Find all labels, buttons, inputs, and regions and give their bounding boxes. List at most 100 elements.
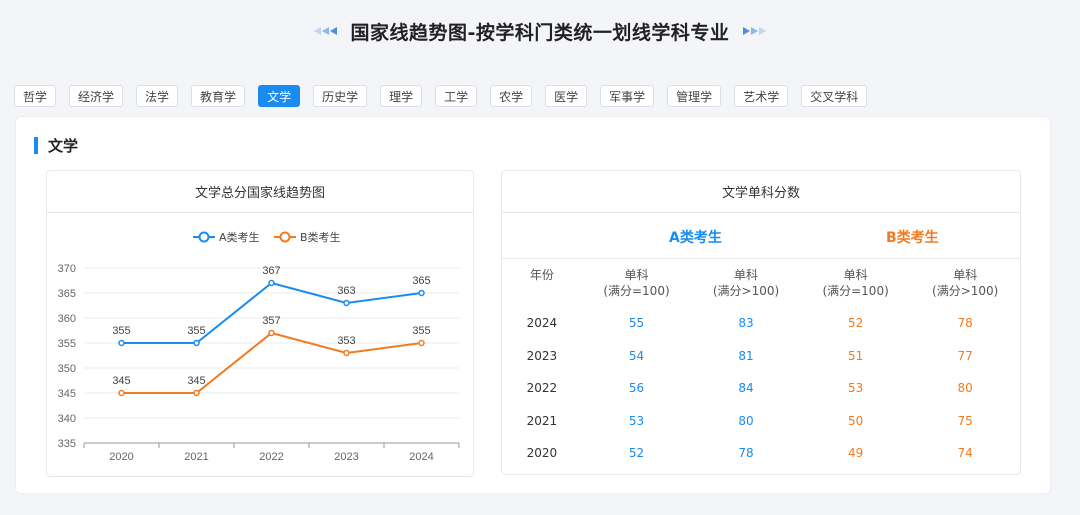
data-point — [418, 339, 425, 347]
data-label: 355 — [112, 325, 130, 337]
year-cell: 2024 — [526, 316, 558, 331]
tab-3[interactable]: 教育学 — [191, 85, 246, 107]
data-label: 367 — [262, 265, 280, 277]
legend-label: B类考生 — [300, 230, 341, 244]
score-cell: 77 — [957, 348, 973, 363]
tab-10[interactable]: 军事学 — [600, 85, 655, 107]
y-tick-label: 355 — [58, 338, 76, 350]
score-cell: 52 — [847, 316, 864, 331]
table-header-row: 年份 单科 (满分=100) 单科 (满分>100) 单科 (满分=100) 单科 (满分>10… — [502, 263, 1020, 307]
page-header: 国家线趋势图-按学科门类统一划线学科专业 — [0, 14, 1080, 48]
table-row: 2022 56 84 53 80 — [502, 372, 1020, 405]
table-row: 2020 52 78 49 74 — [502, 437, 1020, 470]
score-cell: 53 — [628, 413, 645, 428]
score-cell: 54 — [628, 348, 645, 363]
tab-5[interactable]: 历史学 — [313, 85, 368, 107]
y-tick-label: 345 — [58, 388, 76, 400]
x-tick-label: 2024 — [409, 451, 433, 463]
data-point — [193, 389, 200, 397]
x-tick-label: 2022 — [259, 451, 283, 463]
year-cell: 2022 — [526, 381, 558, 396]
tab-12[interactable]: 艺术学 — [734, 85, 789, 107]
legend-marker — [198, 231, 210, 243]
table-row: 2023 54 81 51 77 — [502, 340, 1020, 373]
double-arrow-left-icon — [313, 27, 337, 35]
score-cell: 50 — [847, 413, 864, 428]
group-header-row: A类考生 B类考生 — [502, 213, 1020, 259]
score-cell: 53 — [847, 381, 864, 396]
legend-marker — [279, 231, 291, 243]
double-arrow-right-icon — [743, 27, 767, 35]
score-cell: 55 — [628, 316, 645, 331]
y-tick-label: 335 — [58, 438, 76, 450]
score-cell: 80 — [957, 381, 973, 396]
table-panel-title: 文学单科分数 — [502, 171, 1020, 213]
y-tick-label: 340 — [58, 413, 76, 425]
table-row: 2024 55 83 52 78 — [502, 307, 1020, 340]
data-point — [343, 299, 350, 307]
tab-1[interactable]: 经济学 — [69, 85, 124, 107]
tab-0[interactable]: 哲学 — [14, 85, 57, 107]
score-cell: 78 — [738, 446, 754, 461]
tab-11[interactable]: 管理学 — [667, 85, 722, 107]
y-tick-label: 360 — [58, 313, 76, 325]
data-point — [268, 329, 275, 337]
score-cell: 80 — [738, 413, 754, 428]
score-table: 年份 单科 (满分=100) 单科 (满分>100) 单科 (满分=100) 单科 (满分>10… — [502, 263, 1020, 470]
group-b-label: B类考生 — [886, 230, 939, 246]
score-cell: 75 — [957, 413, 973, 428]
score-cell: 78 — [957, 316, 973, 331]
year-cell: 2021 — [526, 413, 558, 428]
data-point — [118, 339, 125, 347]
column-header: 单科 (满分=100) — [603, 268, 670, 298]
x-tick-label: 2021 — [184, 451, 208, 463]
y-tick-label: 365 — [58, 288, 76, 300]
year-cell: 2020 — [526, 446, 558, 461]
discipline-tabs: 哲学 经济学 法学 教育学 文学 历史学 理学 工学 农学 医学 军事学 管理学 艺术学 交叉学科 — [14, 85, 880, 107]
section-header: 文学 — [34, 135, 78, 156]
data-point — [268, 279, 275, 287]
column-header: 单科 (满分>100) — [712, 268, 780, 298]
tab-2[interactable]: 法学 — [136, 85, 179, 107]
trend-line-chart: 335 340 345 350 355 360 365 370 2020 2021 2022 2023… — [58, 230, 460, 463]
score-cell: 51 — [847, 348, 864, 363]
tab-6[interactable]: 理学 — [380, 85, 423, 107]
x-tick-label: 2023 — [334, 451, 358, 463]
column-header: 单科 (满分=100) — [822, 268, 889, 298]
score-cell: 56 — [628, 381, 645, 396]
score-cell: 83 — [738, 316, 754, 331]
score-cell: 84 — [738, 381, 754, 396]
data-label: 363 — [337, 285, 355, 297]
main-card: 文学 文学总分国家线趋势图 335 340 345 350 355 360 365 370 20… — [15, 116, 1051, 494]
data-label: 357 — [262, 315, 280, 327]
data-label: 345 — [187, 375, 205, 387]
data-label: 365 — [412, 275, 430, 287]
y-tick-label: 350 — [58, 363, 76, 375]
tab-8[interactable]: 农学 — [490, 85, 533, 107]
score-cell: 81 — [738, 348, 754, 363]
score-cell: 74 — [957, 446, 973, 461]
tab-9[interactable]: 医学 — [545, 85, 588, 107]
group-a-label: A类考生 — [669, 230, 722, 246]
score-cell: 49 — [847, 446, 864, 461]
data-label: 355 — [412, 325, 430, 337]
data-point — [343, 349, 350, 357]
subject-score-panel: 文学单科分数 A类考生 B类考生 年份 单科 (满分=100) 单科 (满分>100) 单… — [501, 170, 1021, 475]
data-point — [193, 339, 200, 347]
legend-label: A类考生 — [219, 230, 260, 244]
data-label: 355 — [187, 325, 205, 337]
section-accent-bar — [34, 137, 38, 154]
data-label: 345 — [112, 375, 130, 387]
tab-13[interactable]: 交叉学科 — [801, 85, 868, 107]
trend-chart-panel: 文学总分国家线趋势图 335 340 345 350 355 360 365 370 2020 2… — [46, 170, 474, 477]
tab-7[interactable]: 工学 — [435, 85, 478, 107]
data-label: 353 — [337, 335, 355, 347]
column-header: 年份 — [529, 268, 554, 282]
x-tick-label: 2020 — [109, 451, 133, 463]
section-title: 文学 — [48, 137, 79, 155]
data-point — [418, 289, 425, 297]
tab-4[interactable]: 文学 — [258, 85, 301, 107]
data-point — [118, 389, 125, 397]
column-header: 单科 (满分>100) — [932, 268, 999, 298]
score-cell: 52 — [628, 446, 645, 461]
